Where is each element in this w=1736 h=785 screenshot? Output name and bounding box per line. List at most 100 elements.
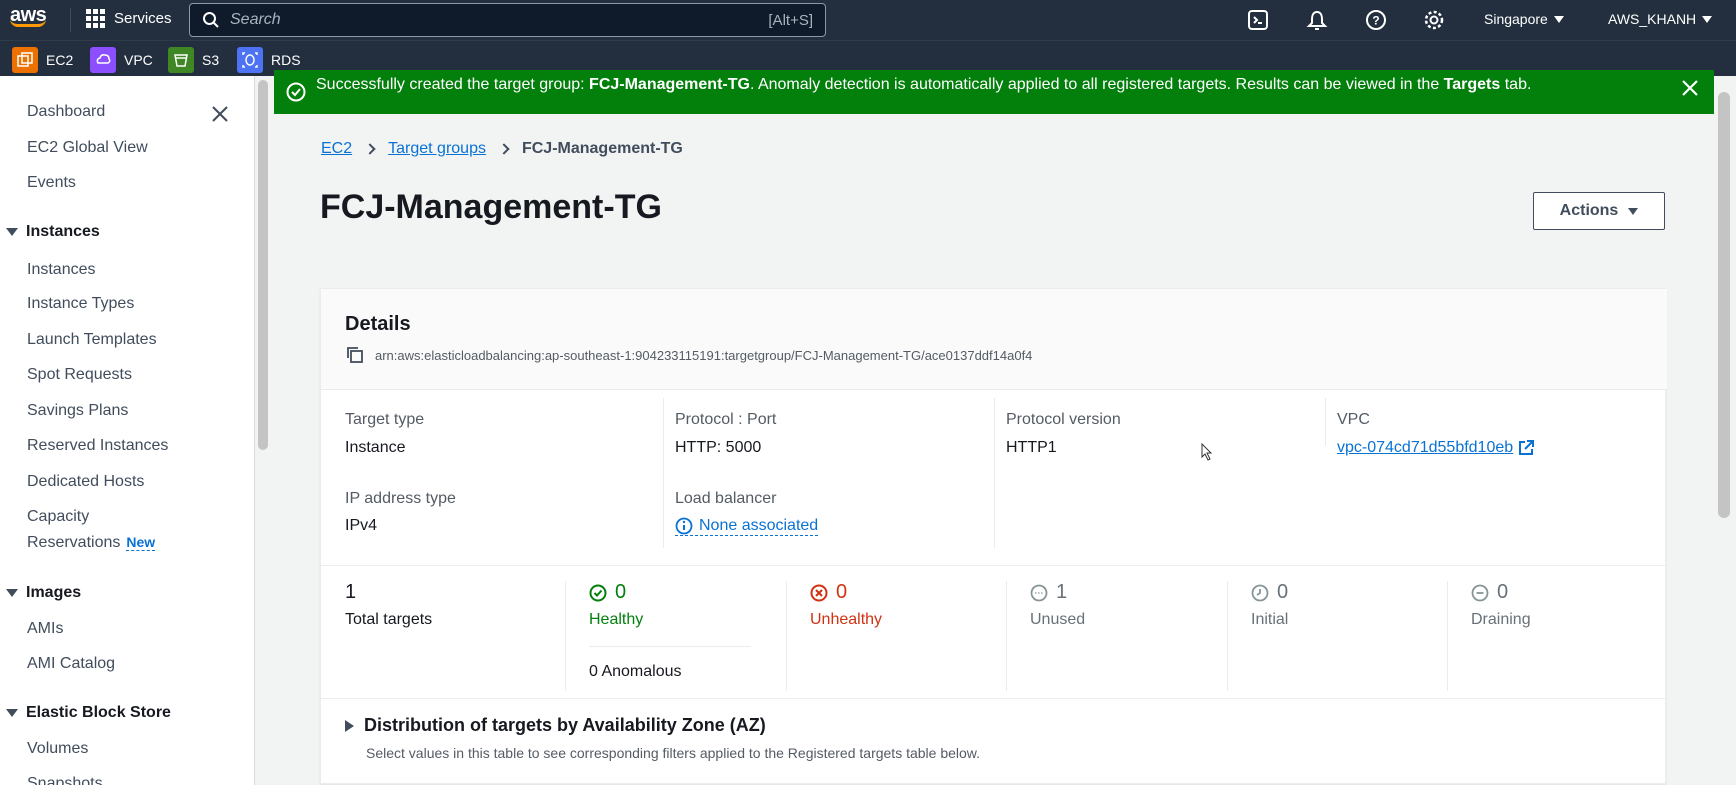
draining-label: Draining [1471, 611, 1531, 628]
details-title: Details [345, 313, 411, 335]
caret-down-icon [6, 228, 18, 236]
vpc-label: VPC [1337, 411, 1370, 428]
status-unhealthy-icon [810, 584, 828, 601]
chevron-right-icon [498, 143, 510, 155]
rds-service-icon [237, 47, 263, 73]
target-type-value: Instance [345, 439, 406, 456]
close-icon[interactable] [210, 104, 230, 124]
total-targets-count: 1 [345, 581, 357, 603]
sidebar-item-instances[interactable]: Instances [27, 261, 95, 279]
success-flash-banner: Successfully created the target group: F… [274, 70, 1714, 114]
sidebar-item-savings-plans[interactable]: Savings Plans [27, 402, 128, 420]
caret-down-icon [6, 589, 18, 597]
anomalous-count[interactable]: 0 Anomalous [589, 663, 682, 681]
chevron-right-icon [364, 143, 376, 155]
protocol-port-value: HTTP: 5000 [675, 439, 762, 456]
copy-icon[interactable] [345, 345, 365, 365]
healthy-count[interactable]: 0 [589, 581, 626, 604]
ec2-side-navigation: Dashboard EC2 Global View Events Instanc… [0, 76, 255, 785]
svg-text:?: ? [1372, 14, 1379, 28]
protocol-version-label: Protocol version [1006, 411, 1121, 428]
unused-count[interactable]: 1 [1030, 581, 1067, 604]
breadcrumb-target-groups[interactable]: Target groups [388, 140, 486, 158]
favorite-vpc[interactable]: VPC [90, 47, 153, 73]
details-container: Details arn:aws:elasticloadbalancing:ap-… [320, 288, 1667, 784]
global-search-box[interactable]: [Alt+S] [189, 3, 826, 37]
ec2-service-icon [12, 47, 38, 73]
load-balancer-label: Load balancer [675, 490, 777, 507]
sidebar-item-volumes[interactable]: Volumes [27, 740, 88, 758]
sidebar-section-images[interactable]: Images [6, 584, 81, 602]
main-scrollbar[interactable] [1718, 92, 1730, 518]
page-title: FCJ-Management-TG [320, 188, 662, 226]
az-distribution-description: Select values in this table to see corre… [366, 745, 981, 761]
sidebar-item-dedicated-hosts[interactable]: Dedicated Hosts [27, 473, 144, 491]
success-check-icon [286, 82, 306, 102]
info-icon [675, 517, 693, 535]
sidebar-item-ami-catalog[interactable]: AMI Catalog [27, 655, 115, 673]
flash-message: Successfully created the target group: F… [316, 76, 1532, 93]
load-balancer-link[interactable]: None associated [675, 517, 819, 540]
sidebar-item-dashboard[interactable]: Dashboard [27, 103, 105, 121]
new-badge: New [126, 534, 156, 551]
services-menu-button[interactable]: Services [86, 9, 172, 28]
breadcrumb-current: FCJ-Management-TG [521, 140, 683, 157]
notifications-icon[interactable] [1305, 8, 1329, 32]
status-unused-icon [1030, 584, 1048, 601]
caret-down-icon [1628, 207, 1639, 215]
initial-label: Initial [1251, 611, 1289, 628]
draining-count[interactable]: 0 [1471, 581, 1508, 604]
breadcrumb: EC2 Target groups FCJ-Management-TG [321, 140, 683, 158]
help-icon[interactable]: ? [1364, 8, 1388, 32]
sidebar-item-amis[interactable]: AMIs [27, 620, 63, 638]
unhealthy-count[interactable]: 0 [810, 581, 847, 604]
vpc-link[interactable]: vpc-074cd71d55bfd10eb [1337, 439, 1535, 457]
sidebar-item-spot-requests[interactable]: Spot Requests [27, 366, 132, 384]
sidebar-item-reserved-instances[interactable]: Reserved Instances [27, 437, 168, 455]
unhealthy-label: Unhealthy [810, 611, 883, 628]
sidebar-section-instances[interactable]: Instances [6, 223, 100, 241]
protocol-port-label: Protocol : Port [675, 411, 777, 428]
arn-value: arn:aws:elasticloadbalancing:ap-southeas… [375, 347, 1033, 363]
top-navigation: aws Services [Alt+S] ? Singapore AWS_KHA… [0, 0, 1736, 40]
settings-icon[interactable] [1422, 8, 1446, 32]
initial-count[interactable]: 0 [1251, 581, 1288, 604]
healthy-label: Healthy [589, 611, 644, 628]
dismiss-close-icon[interactable] [1680, 78, 1700, 98]
account-menu[interactable]: AWS_KHANH [1608, 11, 1713, 27]
sidebar-item-events[interactable]: Events [27, 174, 76, 192]
external-link-icon [1519, 440, 1535, 455]
actions-button[interactable]: Actions [1533, 192, 1665, 230]
sidebar-item-instance-types[interactable]: Instance Types [27, 295, 134, 313]
sidebar-item-ec2-global-view[interactable]: EC2 Global View [27, 139, 148, 157]
sidebar-item-capacity-reservations[interactable]: Capacity Reservations New [27, 508, 156, 552]
protocol-version-value: HTTP1 [1006, 439, 1057, 456]
caret-down-icon [6, 709, 18, 717]
services-grid-icon [86, 9, 105, 28]
az-distribution-expander[interactable]: Distribution of targets by Availability … [345, 715, 766, 736]
status-stopped-icon [1471, 584, 1489, 601]
s3-service-icon [168, 47, 194, 73]
cloudshell-icon[interactable] [1246, 8, 1270, 32]
ip-address-type-label: IP address type [345, 490, 456, 507]
sidebar-section-elastic-block-store[interactable]: Elastic Block Store [6, 704, 171, 722]
sidebar-item-snapshots[interactable]: Snapshots [27, 775, 103, 785]
breadcrumb-ec2[interactable]: EC2 [321, 140, 352, 158]
chevron-down-icon [1702, 15, 1713, 23]
sidebar-scrollbar[interactable] [258, 80, 268, 450]
search-shortcut-hint: [Alt+S] [768, 11, 813, 29]
search-icon [203, 12, 219, 28]
total-targets-label: Total targets [345, 611, 433, 628]
favorite-ec2[interactable]: EC2 [12, 47, 73, 73]
favorite-s3[interactable]: S3 [168, 47, 219, 73]
search-input[interactable] [230, 11, 730, 29]
arn-row: arn:aws:elasticloadbalancing:ap-southeas… [345, 345, 1032, 365]
region-selector[interactable]: Singapore [1484, 11, 1564, 27]
target-type-label: Target type [345, 411, 425, 428]
details-header: Details arn:aws:elasticloadbalancing:ap-… [321, 289, 1667, 390]
mouse-cursor-icon [1201, 443, 1213, 461]
aws-logo[interactable]: aws [10, 4, 52, 36]
services-label: Services [114, 10, 172, 27]
sidebar-item-launch-templates[interactable]: Launch Templates [27, 331, 157, 349]
unused-label: Unused [1030, 611, 1086, 628]
